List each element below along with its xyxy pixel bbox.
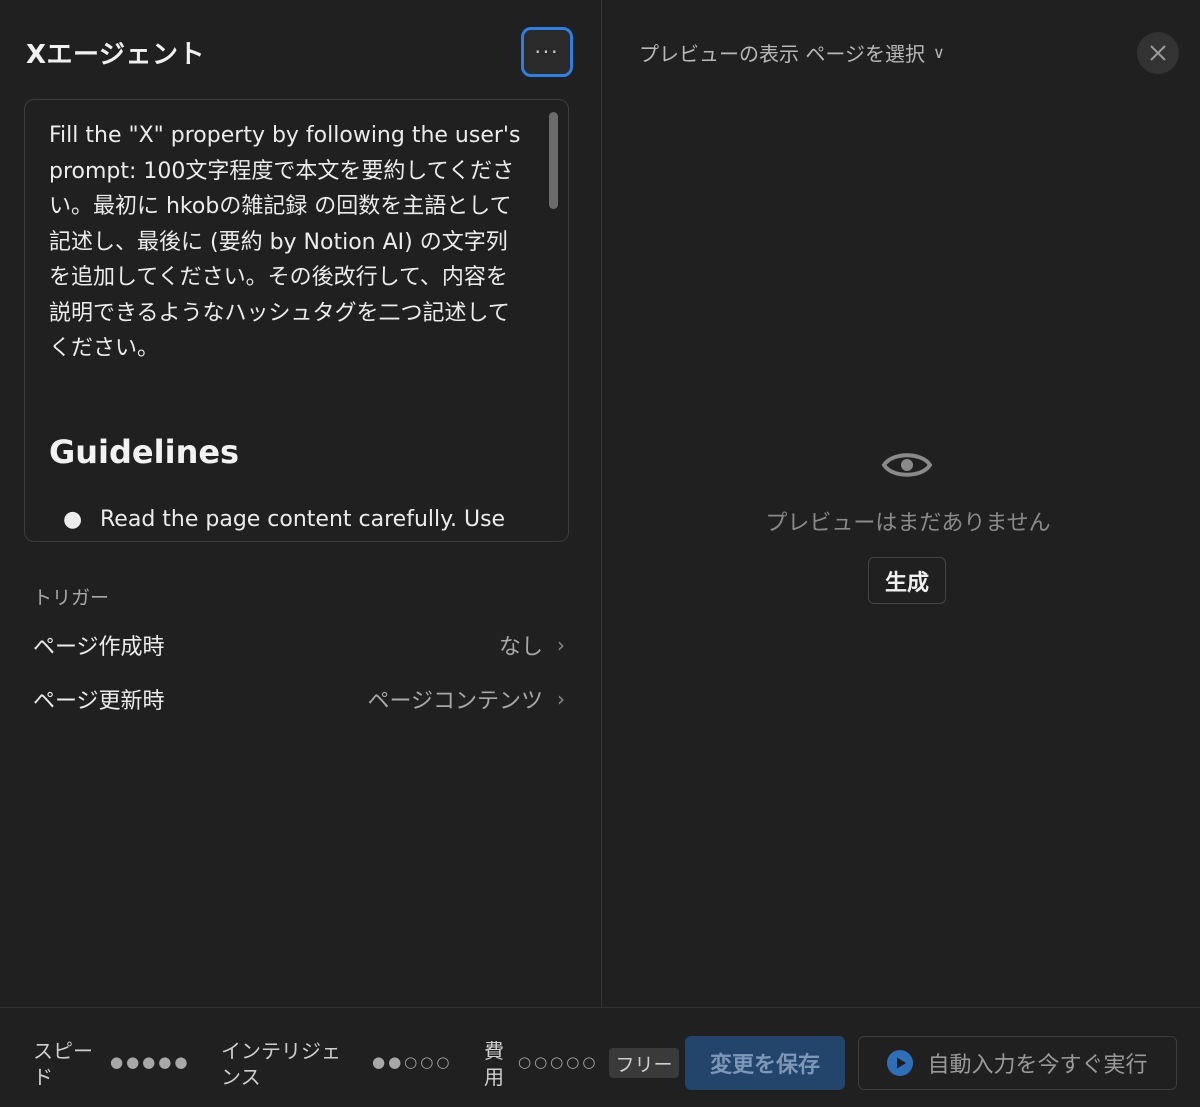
preview-page-select[interactable]: プレビューの表示 ページを選択 ∨ bbox=[639, 38, 945, 67]
close-button[interactable] bbox=[1137, 32, 1179, 74]
close-icon bbox=[1150, 45, 1166, 61]
free-badge: フリー bbox=[609, 1048, 679, 1078]
run-autofill-label: 自動入力を今すぐ実行 bbox=[927, 1053, 1148, 1078]
run-autofill-button[interactable]: 自動入力を今すぐ実行 bbox=[858, 1036, 1177, 1090]
trigger-row-page-created[interactable]: ページ作成時 なし › bbox=[33, 625, 565, 665]
prompt-editor[interactable]: Fill the "X" property by following the u… bbox=[24, 99, 569, 542]
speed-label: スピード bbox=[33, 1039, 93, 1089]
chevron-right-icon: › bbox=[557, 687, 565, 711]
trigger-name: ページ作成時 bbox=[33, 635, 165, 660]
trigger-name: ページ更新時 bbox=[33, 689, 165, 714]
empty-preview-text: プレビューはまだありません bbox=[765, 511, 1051, 536]
prompt-bullet-text: Read the page content carefully. Use bbox=[100, 506, 506, 532]
eye-icon bbox=[881, 453, 933, 477]
cost-rating: ○○○○○ bbox=[518, 1053, 599, 1071]
prompt-scrollbar[interactable] bbox=[549, 112, 558, 209]
agent-title: Xエージェント bbox=[26, 40, 206, 70]
autofill-agent-dialog: Xエージェント ··· Fill the "X" property by fol… bbox=[0, 0, 1200, 1107]
trigger-value-text: なし bbox=[498, 635, 543, 660]
save-changes-button[interactable]: 変更を保存 bbox=[685, 1036, 845, 1090]
trigger-value: なし › bbox=[499, 629, 565, 661]
prompt-bullet-item: ● Read the page content carefully. Use bbox=[49, 507, 529, 532]
trigger-value: ページコンテンツ › bbox=[367, 683, 565, 715]
intelligence-rating: ●●○○○ bbox=[372, 1053, 453, 1071]
preview-panel: プレビューの表示 ページを選択 ∨ プレビューはまだありません 生成 bbox=[603, 0, 1200, 1007]
trigger-value-text: ページコンテンツ bbox=[367, 689, 543, 714]
trigger-row-page-updated[interactable]: ページ更新時 ページコンテンツ › bbox=[33, 679, 565, 719]
generate-button[interactable]: 生成 bbox=[868, 557, 946, 604]
trigger-section-label: トリガー bbox=[33, 587, 110, 609]
play-icon bbox=[887, 1050, 914, 1076]
footer-bar: スピード ●●●●● インテリジェンス ●●○○○ 費用 ○○○○○ フリー 変… bbox=[0, 1007, 1200, 1107]
bullet-icon: ● bbox=[63, 506, 83, 532]
agent-settings-panel: Xエージェント ··· Fill the "X" property by fol… bbox=[0, 0, 602, 1007]
preview-select-label: プレビューの表示 ページを選択 bbox=[639, 42, 925, 66]
prompt-content: Fill the "X" property by following the u… bbox=[49, 118, 529, 532]
prompt-text: Fill the "X" property by following the u… bbox=[49, 123, 521, 361]
more-options-button[interactable]: ··· bbox=[521, 27, 573, 77]
chevron-right-icon: › bbox=[557, 633, 565, 657]
intelligence-label: インテリジェンス bbox=[221, 1039, 341, 1089]
cost-label: 費用 bbox=[484, 1039, 504, 1089]
chevron-down-icon: ∨ bbox=[932, 43, 945, 62]
prompt-heading: Guidelines bbox=[49, 432, 240, 471]
more-icon: ··· bbox=[534, 40, 560, 64]
speed-rating: ●●●●● bbox=[110, 1053, 191, 1071]
